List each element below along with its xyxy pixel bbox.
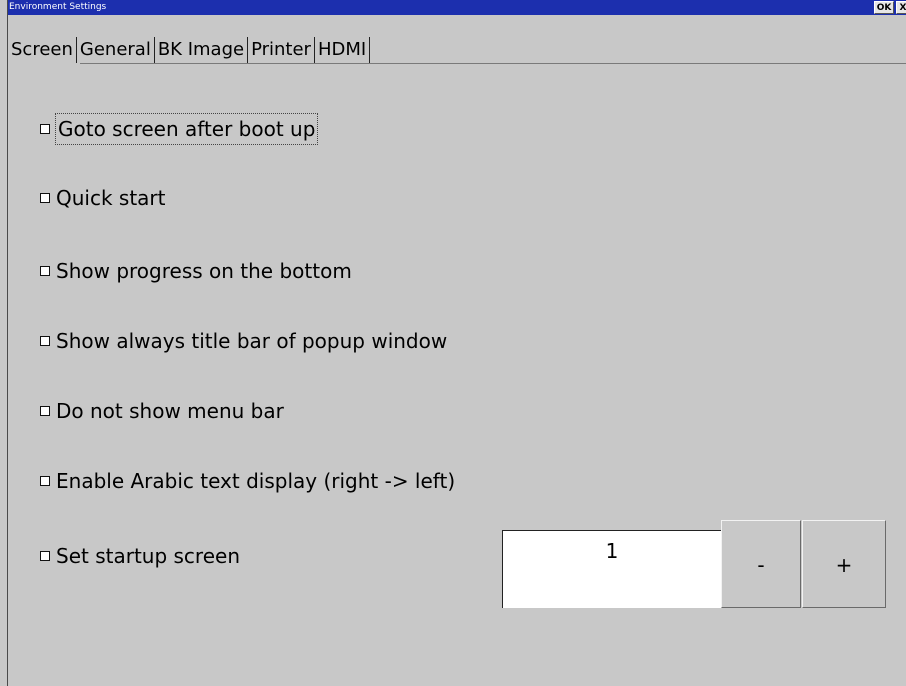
option-label: Quick start bbox=[56, 186, 166, 210]
option-label: Set startup screen bbox=[56, 544, 240, 568]
window-title: Environment Settings bbox=[9, 2, 107, 12]
option-quick-start[interactable]: Quick start bbox=[40, 183, 166, 213]
environment-settings-window: Environment Settings OK X Screen General… bbox=[7, 0, 906, 686]
close-button[interactable]: X bbox=[896, 1, 906, 14]
tab-general[interactable]: General bbox=[77, 37, 155, 63]
tab-hdmi[interactable]: HDMI bbox=[315, 37, 371, 63]
option-label: Goto screen after boot up bbox=[54, 113, 319, 145]
checkbox[interactable] bbox=[40, 551, 50, 561]
tab-screen[interactable]: Screen bbox=[8, 37, 77, 63]
ok-button[interactable]: OK bbox=[874, 1, 894, 14]
option-label: Show progress on the bottom bbox=[56, 259, 352, 283]
checkbox[interactable] bbox=[40, 476, 50, 486]
tab-divider bbox=[8, 63, 906, 64]
tab-printer[interactable]: Printer bbox=[248, 37, 315, 63]
checkbox[interactable] bbox=[40, 266, 50, 276]
option-show-progress-bottom[interactable]: Show progress on the bottom bbox=[40, 256, 352, 286]
tab-bk-image[interactable]: BK Image bbox=[155, 37, 249, 63]
option-label: Enable Arabic text display (right -> lef… bbox=[56, 469, 456, 493]
tab-bar: Screen General BK Image Printer HDMI bbox=[8, 15, 906, 65]
increment-button[interactable]: + bbox=[802, 520, 886, 608]
title-bar: Environment Settings OK X bbox=[8, 0, 906, 15]
option-goto-screen-after-boot[interactable]: Goto screen after boot up bbox=[40, 113, 319, 145]
option-arabic-text[interactable]: Enable Arabic text display (right -> lef… bbox=[40, 466, 455, 496]
option-show-title-bar-popup[interactable]: Show always title bar of popup window bbox=[40, 326, 447, 356]
checkbox[interactable] bbox=[40, 193, 50, 203]
startup-screen-input[interactable]: 1 bbox=[502, 530, 721, 608]
checkbox[interactable] bbox=[40, 336, 50, 346]
option-hide-menu-bar[interactable]: Do not show menu bar bbox=[40, 396, 284, 426]
checkbox[interactable] bbox=[40, 406, 50, 416]
option-set-startup-screen[interactable]: Set startup screen bbox=[40, 541, 240, 571]
option-label: Show always title bar of popup window bbox=[56, 329, 448, 353]
decrement-button[interactable]: - bbox=[721, 520, 801, 608]
checkbox[interactable] bbox=[40, 124, 50, 134]
option-label: Do not show menu bar bbox=[56, 399, 284, 423]
